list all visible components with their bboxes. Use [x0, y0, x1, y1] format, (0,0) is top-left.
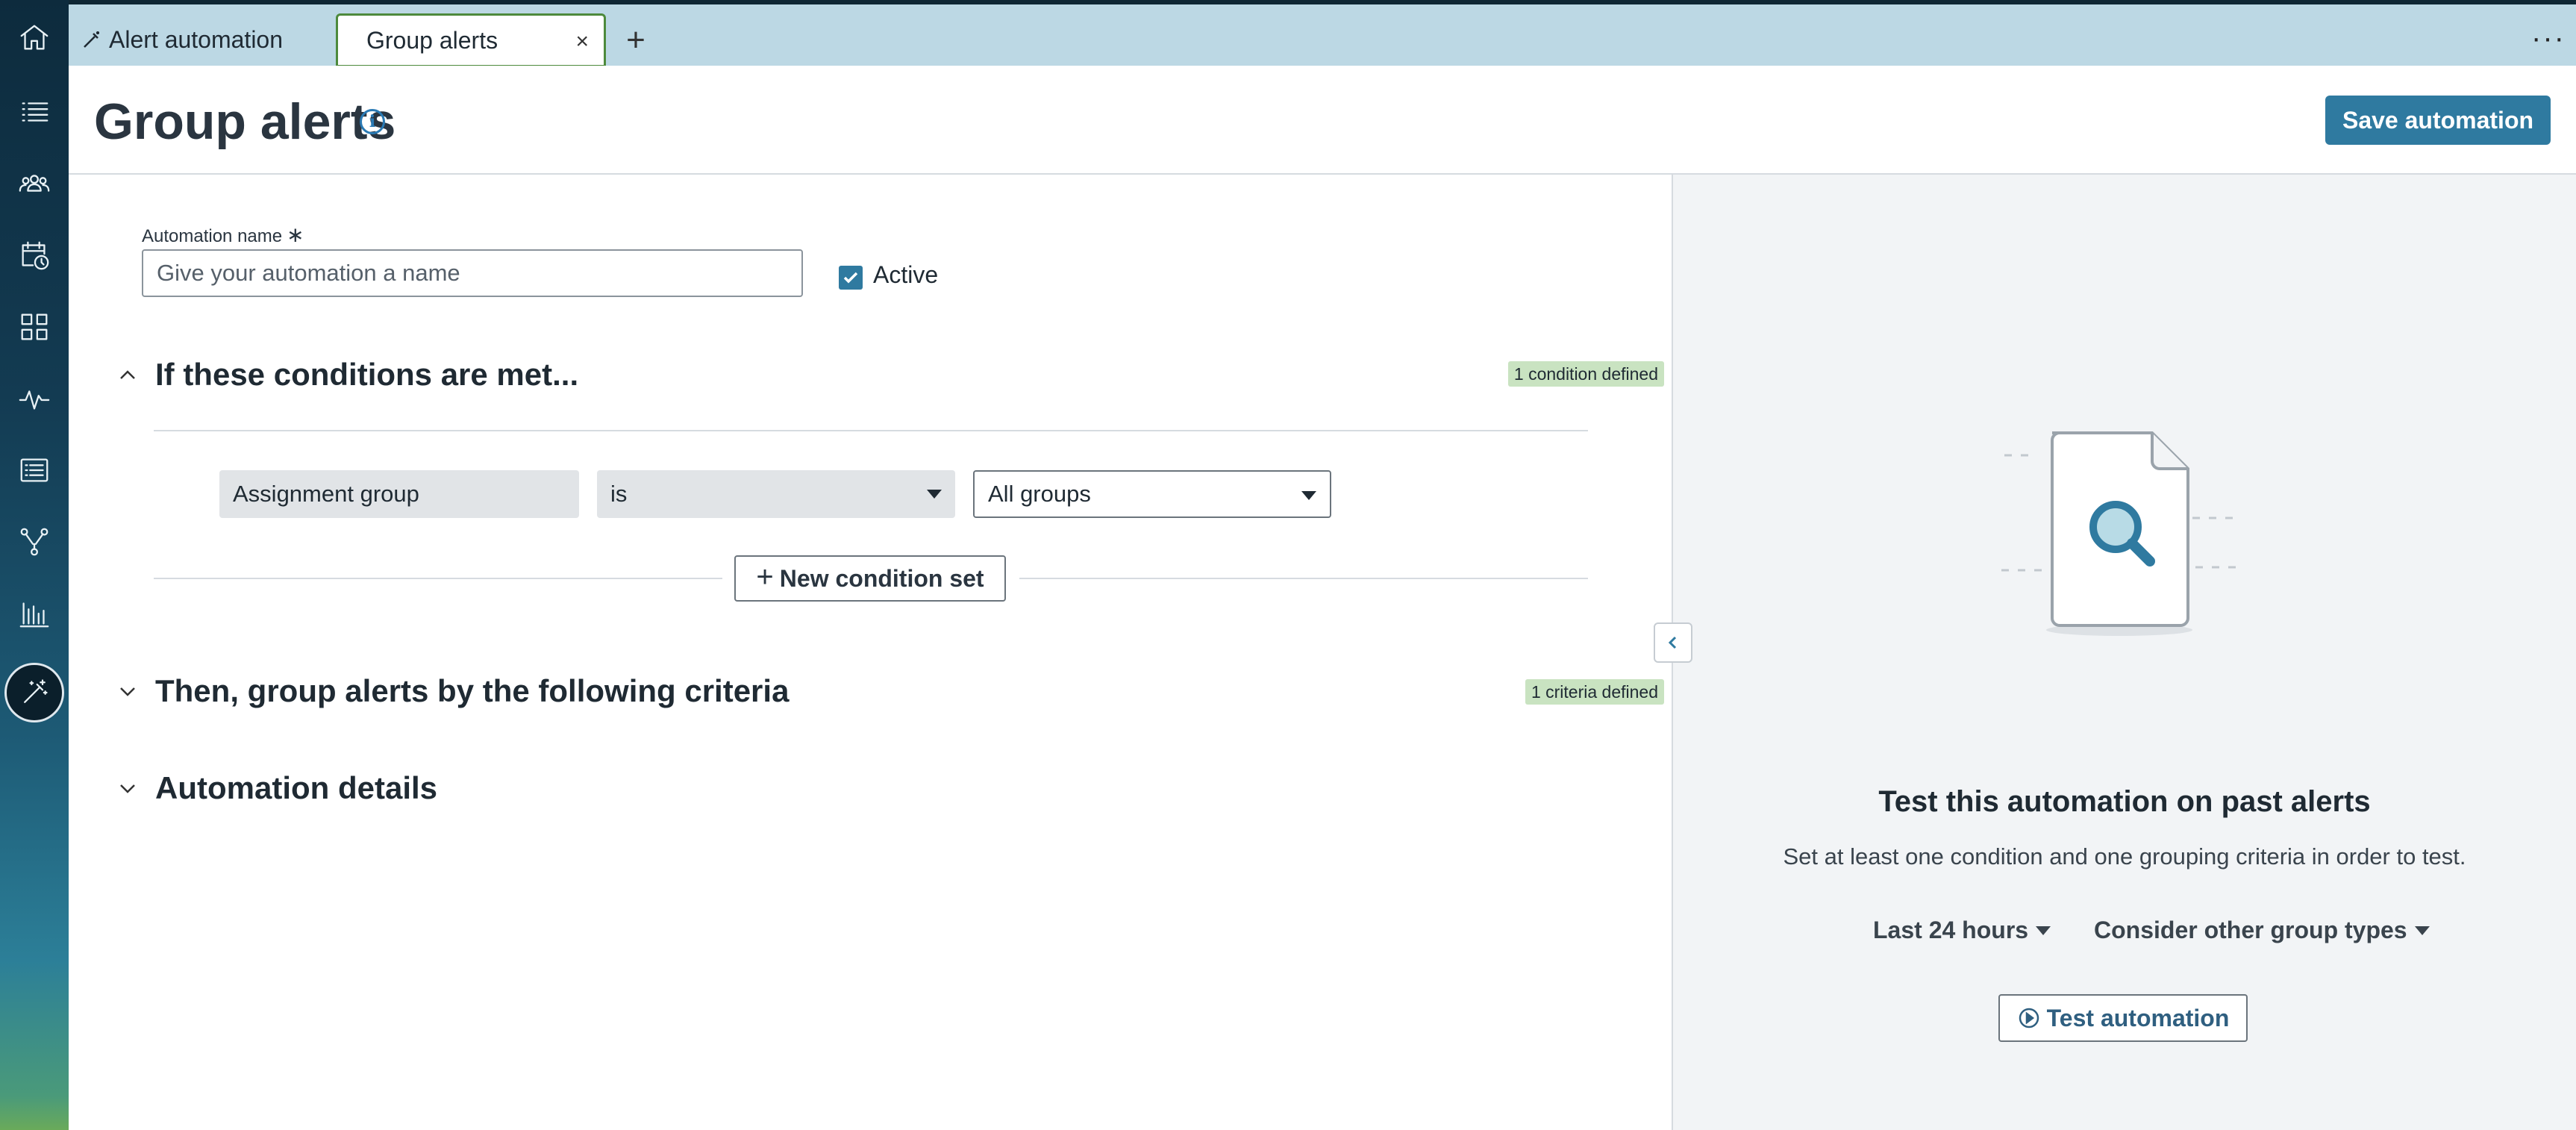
conditions-count-badge: 1 condition defined: [1507, 361, 1664, 387]
document-search-illustration: [2001, 431, 2237, 636]
automation-form: Automation name∗ Active If these conditi…: [69, 175, 1672, 1130]
save-automation-button[interactable]: Save automation: [2325, 96, 2551, 145]
chevron-down-icon: [116, 777, 139, 799]
chevron-up-icon: [116, 363, 139, 386]
condition-field[interactable]: Assignment group: [219, 470, 579, 518]
condition-operator-value: is: [610, 481, 628, 507]
checkmark-icon: [843, 272, 858, 284]
tab-group-alerts[interactable]: Group alerts ×: [336, 13, 606, 67]
test-panel-description: Set at least one condition and one group…: [1783, 843, 2466, 870]
left-nav-rail: [0, 0, 69, 1130]
details-section-title: Automation details: [155, 770, 438, 805]
tab-bar: Alert automation Group alerts × + ···: [69, 0, 2576, 67]
play-circle-icon: [2019, 1008, 2039, 1028]
test-automation-button[interactable]: Test automation: [1998, 994, 2248, 1042]
close-icon[interactable]: ×: [575, 29, 589, 54]
automation-name-input[interactable]: [142, 249, 803, 297]
calendar-clock-icon[interactable]: [0, 233, 69, 278]
conditions-section-toggle[interactable]: If these conditions are met...: [116, 357, 578, 393]
tab-alert-automation[interactable]: Alert automation: [82, 13, 283, 66]
people-icon[interactable]: [0, 161, 69, 206]
required-icon: ∗: [287, 223, 304, 246]
divider: [154, 578, 722, 579]
chevron-left-icon: [1668, 636, 1677, 649]
active-label: Active: [873, 261, 939, 288]
automation-name-label-text: Automation name: [142, 226, 283, 246]
pulse-icon[interactable]: [0, 376, 69, 421]
branch-icon[interactable]: [0, 519, 69, 564]
page-title: Group alerts: [94, 93, 396, 150]
caret-down-icon: [2036, 925, 2051, 935]
automation-name-label: Automation name ∗: [142, 222, 304, 247]
divider: [1019, 578, 1588, 579]
add-tab-button[interactable]: +: [617, 19, 654, 61]
active-checkbox[interactable]: [839, 266, 863, 290]
caret-down-icon: [2414, 925, 2430, 935]
tab-label: Group alerts: [366, 26, 498, 54]
group-types-dropdown[interactable]: Consider other group types: [2094, 917, 2430, 944]
grouping-section-toggle[interactable]: Then, group alerts by the following crit…: [116, 673, 789, 709]
report-icon[interactable]: [0, 448, 69, 493]
grid-icon[interactable]: [0, 305, 69, 349]
details-section-toggle[interactable]: Automation details: [116, 770, 437, 806]
dropdown-caret-icon: [1301, 491, 1316, 500]
collapse-panel-button[interactable]: [1654, 622, 1692, 663]
condition-operator-select[interactable]: is: [597, 470, 955, 518]
test-automation-label: Test automation: [2046, 1004, 2230, 1031]
more-options-icon[interactable]: ···: [2531, 19, 2566, 57]
conditions-section-title: If these conditions are met...: [155, 357, 579, 392]
list-icon[interactable]: [0, 90, 69, 134]
magic-wand-icon[interactable]: [0, 663, 69, 722]
tab-label: Alert automation: [109, 25, 284, 53]
grouping-count-badge: 1 criteria defined: [1525, 679, 1664, 705]
time-range-value: Last 24 hours: [1873, 917, 2029, 943]
condition-value-text: All groups: [988, 481, 1091, 507]
grouping-section-title: Then, group alerts by the following crit…: [155, 673, 790, 708]
plus-icon: +: [756, 560, 774, 593]
new-condition-set-button[interactable]: + New condition set: [734, 555, 1006, 602]
time-range-dropdown[interactable]: Last 24 hours: [1873, 917, 2051, 944]
chevron-down-icon: [116, 680, 139, 702]
home-icon[interactable]: [0, 15, 69, 60]
magic-wand-icon: [84, 31, 99, 48]
condition-field-value: Assignment group: [233, 481, 419, 507]
test-panel: Test this automation on past alerts Set …: [1673, 175, 2576, 1130]
group-types-value: Consider other group types: [2094, 917, 2407, 943]
condition-value-select[interactable]: All groups: [973, 470, 1331, 518]
dropdown-caret-icon: [927, 490, 942, 499]
new-condition-set-label: New condition set: [779, 564, 984, 592]
test-panel-title: Test this automation on past alerts: [1878, 785, 2371, 818]
bar-chart-icon[interactable]: [0, 591, 69, 636]
info-icon[interactable]: i: [360, 109, 385, 134]
page-header: Group alerts i Save automation: [69, 66, 2576, 175]
divider: [154, 430, 1588, 431]
